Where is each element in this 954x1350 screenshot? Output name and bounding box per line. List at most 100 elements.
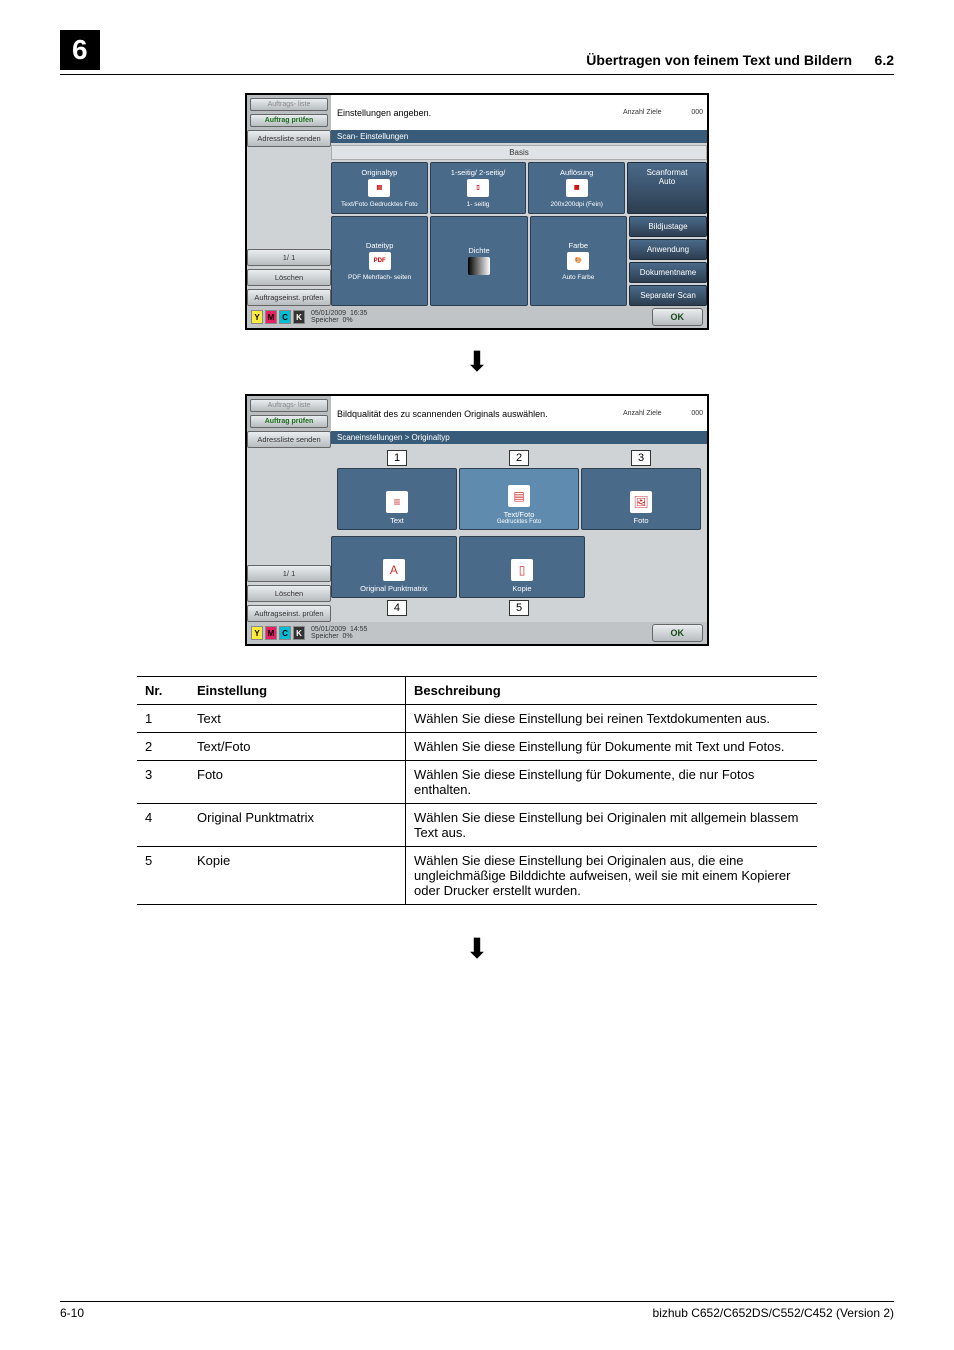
auftragseinst-button[interactable]: Auftragseinst. prüfen <box>247 289 331 306</box>
option-label: Kopie <box>512 584 531 593</box>
loeschen-button[interactable]: Löschen <box>247 269 331 286</box>
option-kopie[interactable]: ▯ Kopie <box>459 536 585 598</box>
separater-scan-button[interactable]: Separater Scan <box>629 285 707 306</box>
ok-button[interactable]: OK <box>652 624 704 642</box>
aufloesung-button[interactable]: Auflösung ▦ 200x200dpi (Fein) <box>528 162 625 214</box>
td-desc: Wählen Sie diese Einstellung für Dokumen… <box>406 761 818 804</box>
toner-levels: Y M C K <box>251 626 305 640</box>
pager: 1/ 1 <box>247 249 331 266</box>
originaltyp-button[interactable]: Originaltyp ▤ Text/Foto Gedrucktes Foto <box>331 162 428 214</box>
td-setting: Foto <box>189 761 406 804</box>
product-name: bizhub C652/C652DS/C552/C452 (Version 2) <box>653 1306 894 1320</box>
count-value: 000 <box>691 410 703 417</box>
text-icon: ≡ <box>386 491 408 513</box>
status-date: 05/01/2009 16:35 Speicher 0% <box>311 310 367 324</box>
dateityp-button[interactable]: Dateityp PDF PDF Mehrfach- seiten <box>331 216 428 306</box>
tab-auftrag-pruefen[interactable]: Auftrag prüfen <box>250 415 328 428</box>
toner-m: M <box>265 310 277 324</box>
tab-auftragsliste[interactable]: Auftrags- liste <box>250 98 328 111</box>
count-value: 000 <box>691 109 703 116</box>
toner-levels: Y M C K <box>251 310 305 324</box>
header-title: Übertragen von feinem Text und Bildern <box>586 52 852 68</box>
auftragseinst-button[interactable]: Auftragseinst. prüfen <box>247 605 331 622</box>
target-count: Anzahl Ziele 000 <box>619 396 707 431</box>
settings-table: Nr. Einstellung Beschreibung 1 Text Wähl… <box>137 676 817 905</box>
cell-label: 1-seitig/ 2-seitig/ <box>451 168 506 177</box>
farbe-button[interactable]: Farbe 🎨 Auto Farbe <box>530 216 627 306</box>
td-nr: 5 <box>137 847 189 905</box>
density-icon <box>468 257 490 275</box>
cell-label: Farbe <box>569 241 589 250</box>
table-row: 5 Kopie Wählen Sie diese Einstellung bei… <box>137 847 817 905</box>
page-icon: ▯ <box>467 179 489 197</box>
td-nr: 3 <box>137 761 189 804</box>
tab-auftrag-pruefen[interactable]: Auftrag prüfen <box>250 114 328 127</box>
cell-value: 200x200dpi (Fein) <box>550 201 602 208</box>
option-label: Text/Foto <box>504 510 535 519</box>
bildjustage-button[interactable]: Bildjustage <box>629 216 707 237</box>
anwendung-button[interactable]: Anwendung <box>629 239 707 260</box>
down-arrow-icon: ⬇ <box>60 348 894 376</box>
adressliste-senden-button[interactable]: Adressliste senden <box>247 431 331 448</box>
adressliste-senden-button[interactable]: Adressliste senden <box>247 130 331 147</box>
th-nr: Nr. <box>137 677 189 705</box>
toner-m: M <box>265 626 277 640</box>
count-label: Anzahl Ziele <box>623 410 662 417</box>
td-setting: Kopie <box>189 847 406 905</box>
option-text-foto[interactable]: ▤ Text/Foto Gedrucktes Foto <box>459 468 579 530</box>
chapter-number: 6 <box>60 30 100 70</box>
screenshot-originaltyp: Auftrags- liste Auftrag prüfen Bildquali… <box>245 394 709 646</box>
grid-icon: ▦ <box>566 179 588 197</box>
scanformat-button[interactable]: Scanformat Auto <box>627 162 707 214</box>
td-nr: 2 <box>137 733 189 761</box>
option-punktmatrix[interactable]: A Original Punktmatrix <box>331 536 457 598</box>
table-row: 2 Text/Foto Wählen Sie diese Einstellung… <box>137 733 817 761</box>
prompt-text: Einstellungen angeben. <box>331 95 619 130</box>
option-label: Text <box>390 516 404 525</box>
table-row: 3 Foto Wählen Sie diese Einstellung für … <box>137 761 817 804</box>
screenshot-settings: Auftrags- liste Auftrag prüfen Einstellu… <box>245 93 709 330</box>
option-text[interactable]: ≡ Text <box>337 468 457 530</box>
td-desc: Wählen Sie diese Einstellung bei Origina… <box>406 847 818 905</box>
cell-label: Originaltyp <box>361 168 397 177</box>
cell-value: Text/Foto Gedrucktes Foto <box>341 201 418 208</box>
toner-y: Y <box>251 310 263 324</box>
td-nr: 4 <box>137 804 189 847</box>
tab-basis[interactable]: Basis <box>331 145 707 160</box>
seitig-button[interactable]: 1-seitig/ 2-seitig/ ▯ 1- seitig <box>430 162 527 214</box>
cell-label: Dichte <box>468 246 489 255</box>
td-setting: Text/Foto <box>189 733 406 761</box>
cell-value: PDF Mehrfach- seiten <box>348 274 411 281</box>
th-setting: Einstellung <box>189 677 406 705</box>
dichte-button[interactable]: Dichte <box>430 216 527 306</box>
dotmatrix-icon: A <box>383 559 405 581</box>
prompt-text: Bildqualität des zu scannenden Originals… <box>331 396 619 431</box>
toner-c: C <box>279 310 291 324</box>
down-arrow-icon: ⬇ <box>60 935 894 963</box>
td-desc: Wählen Sie diese Einstellung für Dokumen… <box>406 733 818 761</box>
option-sublabel: Gedrucktes Foto <box>497 519 541 525</box>
toner-k: K <box>293 626 305 640</box>
ok-button[interactable]: OK <box>652 308 704 326</box>
status-date: 05/01/2009 14:55 Speicher 0% <box>311 626 367 640</box>
option-foto[interactable]: 🖼 Foto <box>581 468 701 530</box>
td-nr: 1 <box>137 705 189 733</box>
header-section: 6.2 <box>875 52 894 68</box>
toner-y: Y <box>251 626 263 640</box>
foto-icon: 🖼 <box>630 491 652 513</box>
cell-label: Scanformat <box>628 168 706 177</box>
tab-auftragsliste[interactable]: Auftrags- liste <box>250 399 328 412</box>
page-number: 6-10 <box>60 1306 84 1320</box>
callout-2: 2 <box>509 450 529 466</box>
loeschen-button[interactable]: Löschen <box>247 585 331 602</box>
cell-value: Auto Farbe <box>562 274 594 281</box>
callout-1: 1 <box>387 450 407 466</box>
cell-value: 1- seitig <box>467 201 490 208</box>
color-icon: 🎨 <box>567 252 589 270</box>
pager: 1/ 1 <box>247 565 331 582</box>
table-row: 4 Original Punktmatrix Wählen Sie diese … <box>137 804 817 847</box>
dokumentname-button[interactable]: Dokumentname <box>629 262 707 283</box>
page-footer: 6-10 bizhub C652/C652DS/C552/C452 (Versi… <box>60 1301 894 1320</box>
text-foto-icon: ▤ <box>508 485 530 507</box>
copy-icon: ▯ <box>511 559 533 581</box>
